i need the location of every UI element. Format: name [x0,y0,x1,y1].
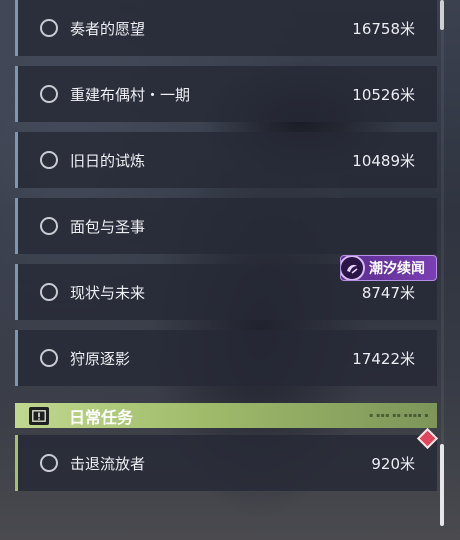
exclamation-icon [29,406,49,425]
quest-track-radio[interactable] [40,19,58,37]
quest-distance: 10489米 [352,151,415,170]
tidal-emblem-icon [341,256,365,280]
quest-name: 旧日的试炼 [70,151,146,170]
event-badge[interactable]: 潮汐续闻 [340,255,437,281]
quest-name: 奏者的愿望 [70,19,146,38]
quest-name: 面包与圣事 [70,217,146,236]
quest-distance: 17422米 [352,349,415,368]
quest-track-radio[interactable] [40,85,58,103]
quest-item[interactable]: 重建布偶村・一期 10526米 [15,66,437,122]
daily-quest-item[interactable]: 击退流放者 920米 [15,435,437,491]
quest-name: 重建布偶村・一期 [70,85,191,104]
quest-distance: 920米 [371,454,415,473]
scrollbar-top [440,0,444,30]
quest-item[interactable]: 狩原逐影 17422米 [15,330,437,386]
quest-distance: 10526米 [352,85,415,104]
event-badge-label: 潮汐续闻 [369,261,425,277]
quest-name: 现状与未来 [70,283,146,302]
quest-item[interactable]: 旧日的试炼 10489米 [15,132,437,188]
quest-track-radio[interactable] [40,151,58,169]
scrollbar-thumb[interactable] [440,444,444,526]
quest-name: 击退流放者 [70,454,146,473]
quest-track-radio[interactable] [40,217,58,235]
quest-name: 狩原逐影 [70,349,131,368]
quest-item[interactable]: 面包与圣事 [15,198,437,254]
daily-quests-header: 日常任务 ▪ ▪▪▪ ▪▪ ▪▪▪▪ ▪ [15,403,437,428]
quest-track-radio[interactable] [40,283,58,301]
quest-list: 奏者的愿望 16758米 重建布偶村・一期 10526米 旧日的试炼 10489… [0,0,460,540]
decorative-pattern: ▪ ▪▪▪ ▪▪ ▪▪▪▪ ▪ [369,412,429,419]
quest-track-radio[interactable] [40,454,58,472]
section-title: 日常任务 [69,407,134,427]
quest-distance: 16758米 [352,19,415,38]
quest-item[interactable]: 奏者的愿望 16758米 [15,0,437,56]
quest-distance: 8747米 [361,283,415,302]
quest-track-radio[interactable] [40,349,58,367]
